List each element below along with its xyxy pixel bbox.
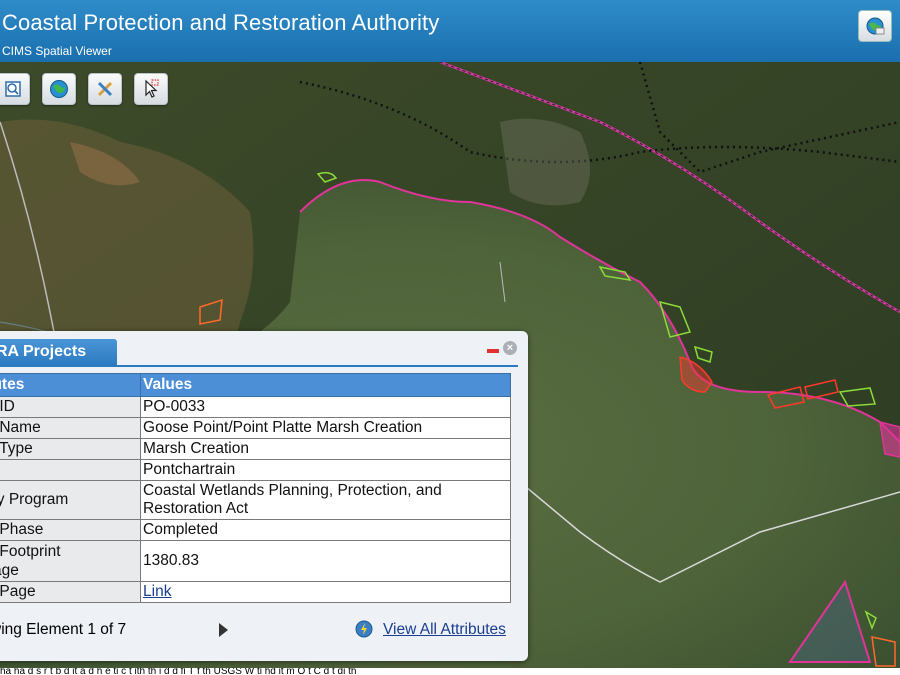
table-row: ct NameGoose Point/Point Platte Marsh Cr…	[0, 417, 511, 439]
attribute-value: 1380.83	[140, 540, 511, 582]
next-element-icon[interactable]	[219, 623, 228, 637]
table-row: ct Footprint age1380.83	[0, 540, 511, 582]
zoom-icon	[5, 81, 21, 97]
attribute-key: ary Program	[0, 480, 142, 520]
attribute-key: ct Page	[0, 581, 142, 603]
panel-tab[interactable]: RA Projects	[0, 339, 117, 365]
table-row: ct TypeMarsh Creation	[0, 438, 511, 460]
urban-area	[500, 118, 590, 206]
globe-icon	[50, 80, 68, 98]
app-header: Coastal Protection and Restoration Autho…	[0, 0, 900, 62]
project-info-panel: RA Projects × butes Values ct IDPO-0033 …	[0, 331, 528, 661]
select-pointer-icon	[145, 79, 159, 98]
table-row: ct PhaseCompleted	[0, 519, 511, 541]
project-page-link[interactable]: Link	[143, 583, 171, 600]
disclaimer-text: ha ha d s r t b d it a d h e ti c t ith …	[0, 668, 900, 675]
panel-tab-divider	[0, 365, 518, 367]
attribute-value: Marsh Creation	[140, 438, 511, 460]
measure-tools-icon	[97, 81, 113, 97]
table-header-row: butes Values	[0, 373, 511, 397]
attribute-key: n	[0, 459, 142, 481]
column-header-values: Values	[140, 373, 511, 397]
table-row: ct PageLink	[0, 581, 511, 603]
attribute-key: ct Type	[0, 438, 142, 460]
flash-icon[interactable]	[355, 620, 373, 638]
attribute-key: ct Phase	[0, 519, 142, 541]
minimize-icon[interactable]	[487, 349, 499, 353]
globe-layers-icon	[866, 17, 885, 35]
table-row: nPontchartrain	[0, 459, 511, 481]
panel-footer: wing Element 1 of 7 View All Attributes	[0, 620, 518, 642]
attribute-value: Completed	[140, 519, 511, 541]
attribute-value: Pontchartrain	[140, 459, 511, 481]
app-subtitle: CIMS Spatial Viewer	[2, 44, 112, 58]
attribute-key: ct Name	[0, 417, 142, 439]
column-header-attributes: butes	[0, 373, 142, 397]
attribute-key: ct ID	[0, 396, 142, 418]
attribute-value: Coastal Wetlands Planning, Protection, a…	[140, 480, 511, 520]
select-tool-button[interactable]	[134, 73, 168, 105]
table-row: ary ProgramCoastal Wetlands Planning, Pr…	[0, 480, 511, 520]
app-title: Coastal Protection and Restoration Autho…	[2, 10, 440, 35]
attribute-value: PO-0033	[140, 396, 511, 418]
attribute-value: Goose Point/Point Platte Marsh Creation	[140, 417, 511, 439]
table-row: ct IDPO-0033	[0, 396, 511, 418]
element-counter: wing Element 1 of 7	[0, 621, 127, 638]
measure-tools-button[interactable]	[88, 73, 122, 105]
full-extent-button[interactable]	[42, 73, 76, 105]
zoom-button[interactable]	[0, 73, 30, 105]
attribute-key: ct Footprint age	[0, 540, 142, 582]
view-all-attributes-link[interactable]: View All Attributes	[383, 621, 506, 639]
layers-toggle-button[interactable]	[858, 10, 892, 42]
attributes-table: butes Values ct IDPO-0033 ct NameGoose P…	[0, 373, 511, 603]
close-icon[interactable]: ×	[503, 341, 517, 355]
